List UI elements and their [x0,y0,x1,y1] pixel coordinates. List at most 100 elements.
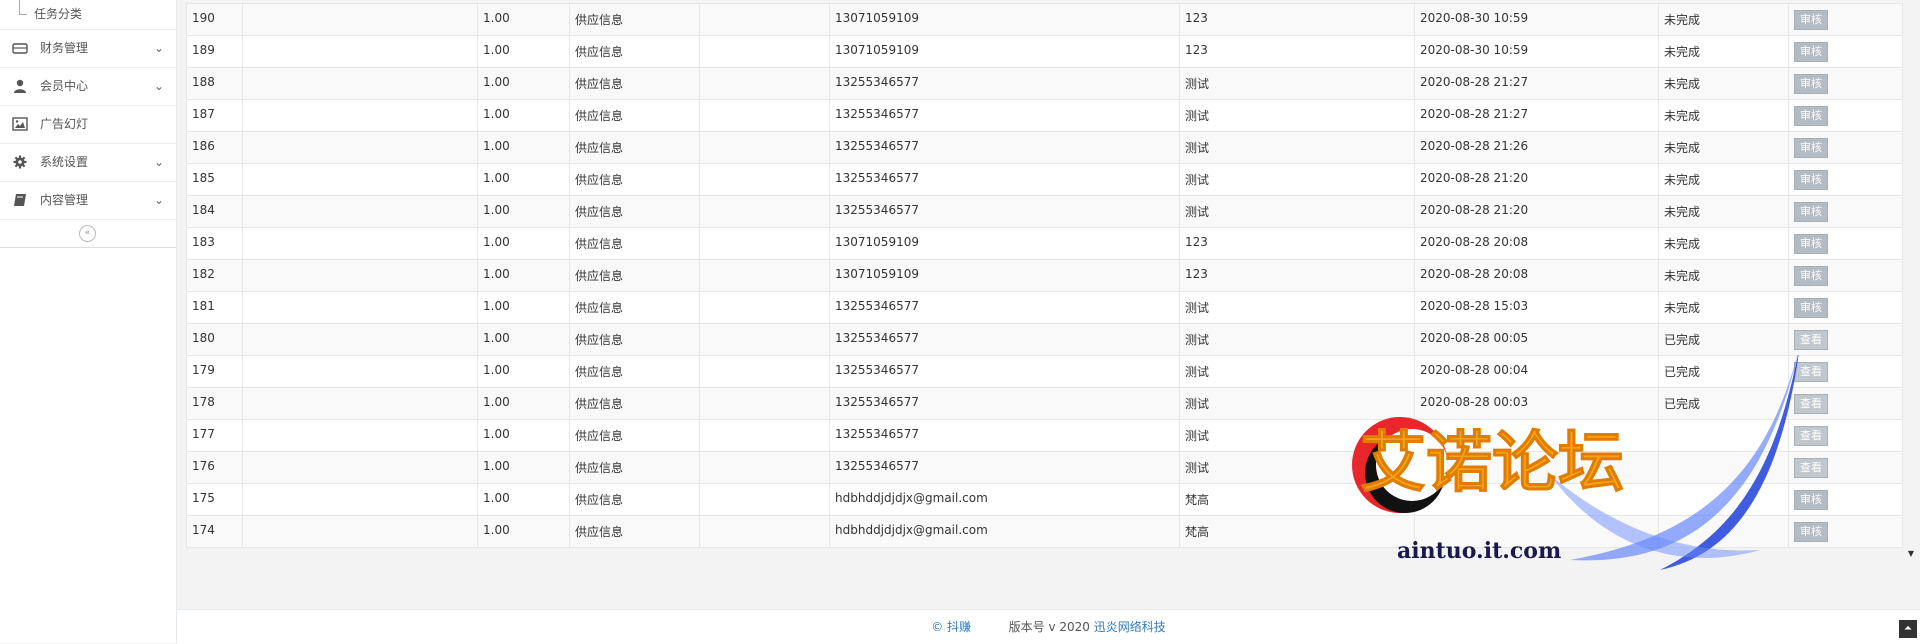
review-button[interactable]: 审核 [1794,42,1828,62]
table-cell: 2020-08-30 10:59 [1414,35,1659,68]
table-cell [699,291,830,324]
table-row: 189 1.00 供应信息 13071059109 123 2020-08-30 10:5… [186,35,1903,68]
table-cell: 测试 [1179,323,1415,356]
table-cell: 13255346577 [829,419,1180,452]
table-cell: 1.00 [477,227,570,260]
sidebar-subitem-task-category[interactable]: 任务分类 [0,0,176,30]
table-cell: 1.00 [477,387,570,420]
company-link[interactable]: 迅炎网络科技 [1094,620,1166,634]
table-cell [242,515,478,548]
table-cell: 175 [186,483,243,516]
table-cell: 梵高 [1179,515,1415,548]
table-cell: 1.00 [477,35,570,68]
review-button[interactable]: 审核 [1794,490,1828,510]
table-cell: 已完成 [1658,355,1789,388]
sidebar-item-3[interactable]: 系统设置 ⌄ [0,144,176,182]
table-cell: 测试 [1179,291,1415,324]
table-cell [242,387,478,420]
table-cell [699,451,830,484]
sidebar-item-4[interactable]: 内容管理 ⌄ [0,182,176,220]
tree-line [19,0,27,15]
table-cell: 查看 [1788,323,1903,356]
table-row: 186 1.00 供应信息 13255346577 测试 2020-08-28 21:26… [186,131,1903,164]
table-cell: 189 [186,35,243,68]
review-button[interactable]: 审核 [1794,170,1828,190]
review-button[interactable]: 审核 [1794,10,1828,30]
table-cell: 供应信息 [569,323,700,356]
table-cell: 测试 [1179,163,1415,196]
table-cell: 2020-08-28 21:20 [1414,195,1659,228]
table-cell: 审核 [1788,67,1903,100]
table-cell [699,67,830,100]
table-cell: 2020-08-28 00:05 [1414,323,1659,356]
view-button[interactable]: 查看 [1794,426,1828,446]
view-button[interactable]: 查看 [1794,394,1828,414]
table-cell: 审核 [1788,3,1903,36]
table-cell: 123 [1179,3,1415,36]
table-cell: 审核 [1788,195,1903,228]
table-cell: 未完成 [1658,67,1789,100]
collapse-sidebar-icon[interactable]: « [79,225,96,242]
table-cell: 测试 [1179,355,1415,388]
table-cell: 测试 [1179,99,1415,132]
sidebar-item-0[interactable]: 财务管理 ⌄ [0,30,176,68]
table-cell: 未完成 [1658,291,1789,324]
table-cell: 13255346577 [829,99,1180,132]
view-button[interactable]: 查看 [1794,458,1828,478]
review-button[interactable]: 审核 [1794,74,1828,94]
table-row: 184 1.00 供应信息 13255346577 测试 2020-08-28 21:20… [186,195,1903,228]
table-row: 187 1.00 供应信息 13255346577 测试 2020-08-28 21:27… [186,99,1903,132]
review-button[interactable]: 审核 [1794,202,1828,222]
review-button[interactable]: 审核 [1794,266,1828,286]
gear-icon [13,155,27,169]
table-cell: 梵高 [1179,483,1415,516]
sidebar-item-2[interactable]: 广告幻灯 [0,106,176,144]
table-cell [699,131,830,164]
chevron-down-icon: ⌄ [153,193,164,207]
table-cell [699,163,830,196]
view-button[interactable]: 查看 [1794,362,1828,382]
table-cell [242,451,478,484]
table-cell: 123 [1179,227,1415,260]
sidebar-subitem-label: 任务分类 [34,7,83,21]
table-cell: 审核 [1788,99,1903,132]
review-button[interactable]: 审核 [1794,234,1828,254]
table-cell: 未完成 [1658,259,1789,292]
table-cell: 2020-08-28 21:20 [1414,163,1659,196]
table-cell: 13255346577 [829,195,1180,228]
table-cell: 13255346577 [829,67,1180,100]
table-cell: 供应信息 [569,67,700,100]
table-cell: 1.00 [477,3,570,36]
table-cell [242,67,478,100]
review-button[interactable]: 审核 [1794,522,1828,542]
table-cell: 2020-08-28 00:03 [1414,387,1659,420]
copyright-link[interactable]: © 抖赚 [931,620,971,634]
table-cell [699,419,830,452]
table-row: 183 1.00 供应信息 13071059109 123 2020-08-28 20:0… [186,227,1903,260]
scroll-down-icon[interactable]: ▼ [1908,549,1914,558]
table-cell [699,323,830,356]
table-cell: 180 [186,323,243,356]
table-cell: 185 [186,163,243,196]
table-cell: 供应信息 [569,163,700,196]
table-cell [699,355,830,388]
review-button[interactable]: 审核 [1794,106,1828,126]
review-button[interactable]: 审核 [1794,298,1828,318]
table-cell: 176 [186,451,243,484]
table-cell: 1.00 [477,483,570,516]
table-cell: 测试 [1179,451,1415,484]
table-cell [242,355,478,388]
back-to-top-button[interactable]: ⏶ [1899,620,1917,638]
sidebar-item-1[interactable]: 会员中心 ⌄ [0,68,176,106]
table-cell: 测试 [1179,131,1415,164]
table-cell: 13255346577 [829,163,1180,196]
sidebar: 任务分类 财务管理 ⌄ 会员中心 ⌄ 广告幻灯 系统设置 ⌄ 内容管理 ⌄ « [0,0,177,643]
table-cell: 查看 [1788,387,1903,420]
view-button[interactable]: 查看 [1794,330,1828,350]
data-table: 190 1.00 供应信息 13071059109 123 2020-08-30 10:5… [186,3,1903,548]
review-button[interactable]: 审核 [1794,138,1828,158]
sidebar-item-label: 系统设置 [40,155,89,169]
table-cell [242,323,478,356]
table-cell [699,259,830,292]
table-cell [242,163,478,196]
